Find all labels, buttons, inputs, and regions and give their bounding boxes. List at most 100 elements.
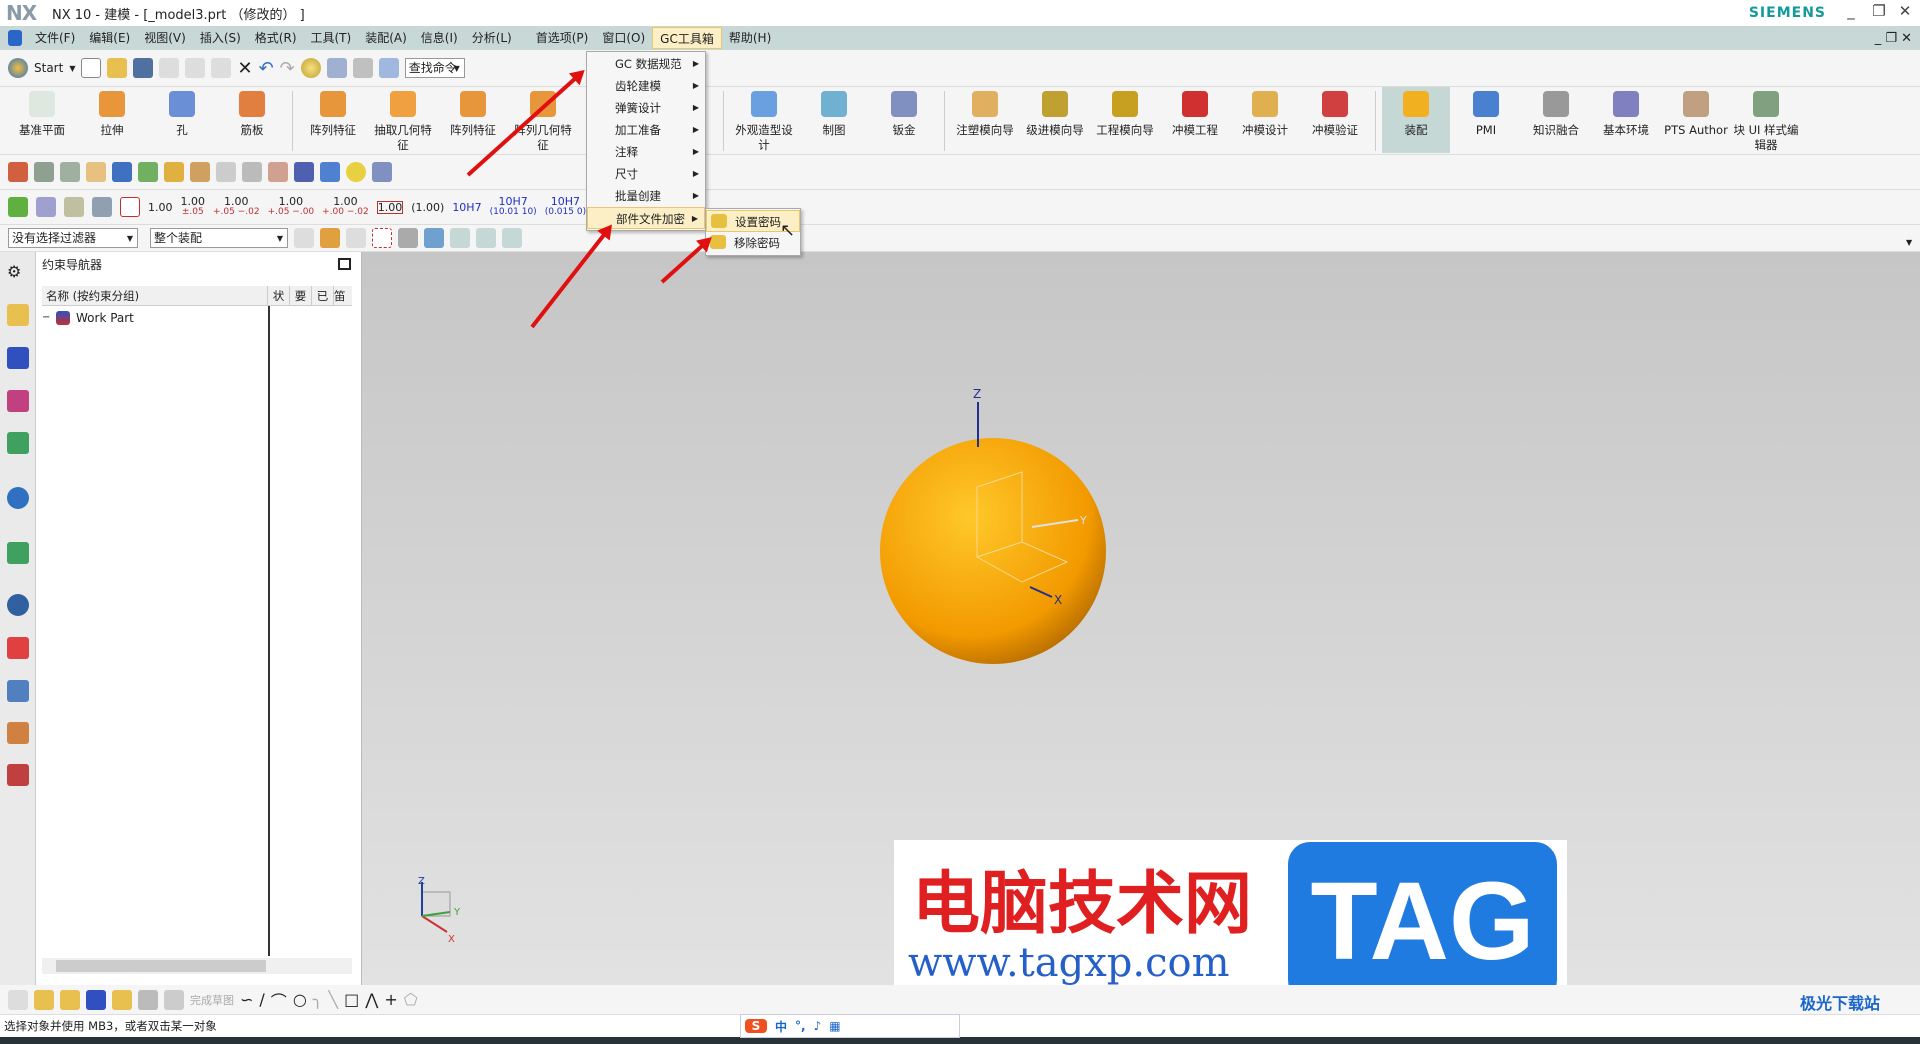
ribbon-item[interactable]: 冲模验证	[1301, 87, 1369, 138]
endpoint-icon[interactable]	[476, 228, 496, 248]
window-icon[interactable]	[352, 58, 373, 78]
history-icon[interactable]	[7, 594, 29, 616]
point-icon[interactable]: +	[384, 990, 397, 1009]
attribute-icon[interactable]	[36, 197, 56, 217]
toolbar-overflow-icon[interactable]: ▼	[1906, 238, 1912, 247]
menu-preferences[interactable]: 首选项(P)	[529, 27, 596, 49]
ime-mic-icon[interactable]: ♪	[814, 1019, 822, 1033]
hd3d-icon[interactable]	[7, 487, 29, 509]
ribbon-item[interactable]: 阵列特征	[439, 87, 507, 138]
dimension-style-button[interactable]: 1.00 ±.05	[181, 196, 206, 218]
minimize-icon[interactable]: _	[1840, 2, 1862, 20]
gc-menu-item[interactable]: 齿轮建模 ▶	[587, 75, 705, 97]
finish-sketch-button[interactable]: 完成草图	[190, 992, 234, 1008]
menu-tools[interactable]: 工具(T)	[304, 27, 359, 49]
dimension-style-button[interactable]: 1.00 +.05 −.00	[268, 196, 315, 218]
dimension-style-button[interactable]: 1.00	[148, 202, 173, 213]
layers-icon[interactable]	[34, 162, 54, 182]
ribbon-item[interactable]: 基本环境	[1592, 87, 1660, 138]
gc-menu-item[interactable]: 批量创建 ▶	[587, 185, 705, 207]
tree-row[interactable]: − Work Part	[42, 308, 134, 328]
finish-flag-icon[interactable]	[164, 989, 184, 1010]
ribbon-item[interactable]: PTS Author	[1662, 87, 1730, 138]
menu-info[interactable]: 信息(I)	[414, 27, 465, 49]
dimension-style-button[interactable]: 1.00	[376, 200, 404, 214]
delete-icon[interactable]: ✕	[237, 58, 252, 79]
ime-punct-icon[interactable]: °,	[795, 1019, 806, 1033]
menu-insert[interactable]: 插入(S)	[193, 27, 248, 49]
check-body-icon[interactable]	[164, 162, 184, 182]
save-icon[interactable]	[133, 58, 154, 78]
dimension-style-button[interactable]: 1.00 +.00 −.02	[322, 196, 369, 218]
ribbon-item[interactable]: 拉伸	[78, 87, 146, 138]
sketch-icon[interactable]	[8, 989, 28, 1010]
web-browser-icon[interactable]	[7, 542, 29, 564]
pointer-icon[interactable]	[268, 162, 288, 182]
ribbon-item[interactable]: PMI	[1452, 87, 1520, 138]
ribbon-item[interactable]: 装配	[1382, 87, 1450, 153]
ribbon-item[interactable]: 冲模设计	[1231, 87, 1299, 138]
ribbon-item[interactable]: 筋板	[218, 87, 286, 138]
command-search-input[interactable]: 查找命令	[404, 58, 465, 78]
ribbon-item[interactable]: 基准平面	[8, 87, 76, 138]
menu-window[interactable]: 窗口(O)	[595, 27, 652, 49]
view-icon[interactable]	[398, 228, 418, 248]
menu-file[interactable]: 文件(F)	[28, 27, 82, 49]
roles-icon[interactable]	[7, 722, 29, 744]
sweep-icon[interactable]	[242, 162, 262, 182]
offset-curve-icon[interactable]: ⬠	[404, 990, 418, 1009]
dimension-style-button[interactable]: 10H7 (0.015 0)	[545, 196, 586, 218]
ribbon-item[interactable]: 外观造型设计	[730, 87, 798, 153]
add-component-icon[interactable]	[34, 989, 54, 1010]
gc-menu-item[interactable]: GC 数据规范 ▶	[587, 53, 705, 75]
redo-icon[interactable]: ↷	[280, 58, 295, 79]
menu-format[interactable]: 格式(R)	[248, 27, 304, 49]
constraint-navigator-icon[interactable]	[7, 347, 29, 369]
copy-icon[interactable]	[185, 58, 206, 78]
menu-analysis[interactable]: 分析(L)	[465, 27, 519, 49]
column-status[interactable]: 状	[268, 286, 290, 305]
ribbon-item[interactable]: 孔	[148, 87, 216, 138]
ribbon-item[interactable]: 级进模向导	[1021, 87, 1089, 138]
column-required[interactable]: 要	[290, 286, 312, 305]
ime-chinese-icon[interactable]: 中	[775, 1018, 787, 1035]
rectangle-icon[interactable]: □	[344, 990, 359, 1009]
settings-icon[interactable]: ⚙	[7, 262, 29, 284]
coordinate-icon[interactable]	[92, 197, 112, 217]
layer-list-icon[interactable]	[60, 162, 80, 182]
part-navigator-icon[interactable]	[7, 390, 29, 412]
close-icon[interactable]: ✕	[1894, 2, 1916, 20]
gc-menu-item[interactable]: 弹簧设计 ▶	[587, 97, 705, 119]
horizontal-scrollbar[interactable]	[42, 958, 352, 974]
transform-icon[interactable]	[326, 58, 347, 78]
circle-icon[interactable]: ○	[293, 990, 307, 1009]
sphere-body[interactable]	[880, 438, 1106, 664]
ribbon-item[interactable]: 注塑模向导	[951, 87, 1019, 138]
note-icon[interactable]	[86, 162, 106, 182]
fillet-icon[interactable]: ╮	[313, 990, 323, 1009]
menu-edit[interactable]: 编辑(E)	[82, 27, 137, 49]
filter-icon[interactable]	[294, 228, 314, 248]
nx-app-icon[interactable]	[8, 30, 22, 46]
process-studio-icon[interactable]	[7, 680, 29, 702]
dimension-style-button[interactable]: 1.00 +.05 −.02	[213, 196, 260, 218]
dimension-style-button[interactable]: 10H7 (10.01 10)	[490, 196, 537, 218]
cube-icon[interactable]	[424, 228, 444, 248]
menu-assembly[interactable]: 装配(A)	[358, 27, 414, 49]
menu-view[interactable]: 视图(V)	[137, 27, 193, 49]
snap-icon[interactable]	[346, 228, 366, 248]
profile-icon[interactable]: ∽	[240, 990, 253, 1009]
rectangle-select-icon[interactable]	[372, 228, 392, 248]
constraint-icon[interactable]	[8, 162, 28, 182]
sogou-icon[interactable]: S	[745, 1019, 767, 1033]
ribbon-item[interactable]: 块 UI 样式编辑器	[1732, 87, 1800, 153]
assembly-constraint-icon[interactable]	[86, 989, 106, 1010]
spring-icon[interactable]	[294, 162, 314, 182]
polygon-icon[interactable]: ⋀	[365, 990, 378, 1009]
line-icon[interactable]: /	[259, 990, 264, 1009]
ribbon-item[interactable]: 阵列特征	[299, 87, 367, 138]
tension-spring-icon[interactable]	[320, 162, 340, 182]
ribbon-item[interactable]: 阵列几何特征	[509, 87, 577, 153]
ribbon-item[interactable]: 抽取几何特征	[369, 87, 437, 153]
check-icon[interactable]	[8, 197, 28, 217]
